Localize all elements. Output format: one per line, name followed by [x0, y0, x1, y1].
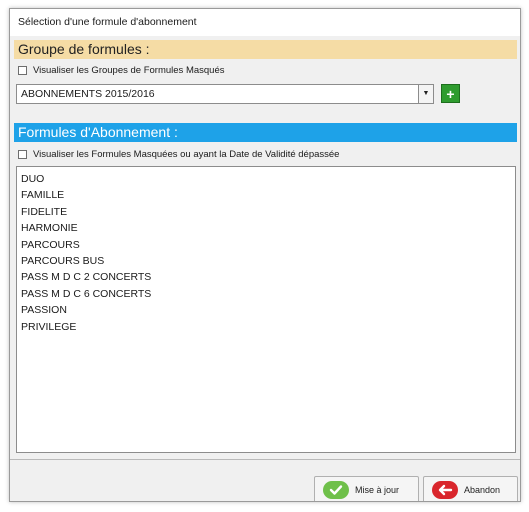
show-hidden-formules-label: Visualiser les Formules Masquées ou ayan…: [33, 149, 340, 160]
update-button[interactable]: Mise à jour: [314, 476, 419, 501]
checkmark-icon: [323, 481, 349, 499]
list-item[interactable]: PARCOURS BUS: [21, 253, 515, 269]
list-item[interactable]: FIDELITE: [21, 204, 515, 220]
show-hidden-groups-checkbox[interactable]: [18, 66, 27, 75]
formules-section-header: Formules d'Abonnement :: [14, 123, 517, 142]
dialog-body: Groupe de formules : Visualiser les Grou…: [10, 36, 520, 501]
cancel-button-label: Abandon: [464, 485, 501, 495]
footer-divider: [10, 459, 520, 460]
list-item[interactable]: PARCOURS: [21, 237, 515, 253]
show-hidden-formules-checkbox[interactable]: [18, 150, 27, 159]
list-item[interactable]: PASSION: [21, 302, 515, 318]
cancel-button[interactable]: Abandon: [423, 476, 518, 501]
update-button-label: Mise à jour: [355, 485, 400, 495]
show-hidden-groups-option[interactable]: Visualiser les Groupes de Formules Masqu…: [18, 64, 225, 77]
formules-list[interactable]: DUO FAMILLE FIDELITE HARMONIE PARCOURS P…: [16, 166, 516, 453]
list-item[interactable]: DUO: [21, 171, 515, 187]
window-title: Sélection d'une formule d'abonnement: [10, 9, 520, 36]
plus-icon: +: [446, 85, 455, 102]
list-item[interactable]: FAMILLE: [21, 187, 515, 203]
list-item[interactable]: HARMONIE: [21, 220, 515, 236]
list-item[interactable]: PRIVILEGE: [21, 319, 515, 335]
list-item[interactable]: PASS M D C 6 CONCERTS: [21, 286, 515, 302]
list-item[interactable]: PASS M D C 2 CONCERTS: [21, 269, 515, 285]
group-select[interactable]: ABONNEMENTS 2015/2016 ▼: [16, 84, 434, 104]
group-select-value: ABONNEMENTS 2015/2016: [21, 88, 155, 100]
add-group-button[interactable]: +: [441, 84, 460, 103]
groups-section-header: Groupe de formules :: [14, 40, 517, 59]
back-arrow-icon: [432, 481, 458, 499]
chevron-down-icon[interactable]: ▼: [418, 85, 433, 103]
dialog-window: Sélection d'une formule d'abonnement Gro…: [9, 8, 521, 502]
show-hidden-groups-label: Visualiser les Groupes de Formules Masqu…: [33, 65, 225, 76]
show-hidden-formules-option[interactable]: Visualiser les Formules Masquées ou ayan…: [18, 148, 339, 161]
